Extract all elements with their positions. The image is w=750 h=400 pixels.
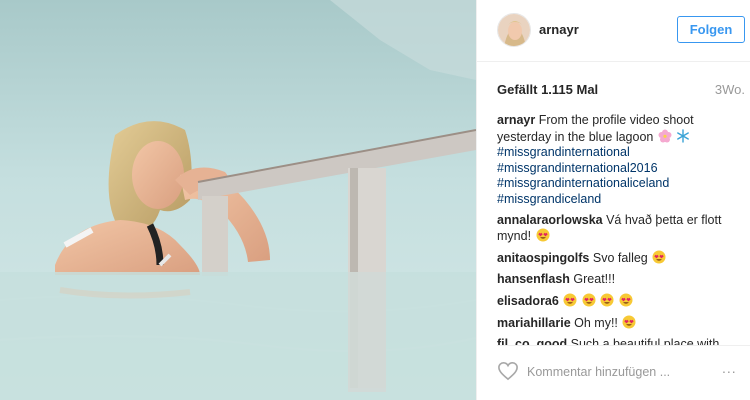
comment-text: Svo falleg [592,251,648,265]
post-footer: ... [477,352,750,392]
heart-icon[interactable] [497,361,519,381]
comment-input[interactable] [527,362,707,382]
heart-eyes-emoji [582,293,596,307]
comment-text: Great!!! [573,272,616,286]
hashtag-link[interactable]: #missgrandinternational2016 [497,161,747,177]
lagoon-photo-image [0,0,476,400]
hashtag-link[interactable]: #missgrandinternationaliceland [497,176,747,192]
comment-item: hansenflash Great!!! [497,272,747,288]
snowflake-icon [677,128,690,143]
comment-item: fil_co_good Such a beautiful place with [497,337,747,345]
hashtag-link[interactable]: #missgrandinternational [497,145,747,161]
follow-button[interactable]: Folgen [677,16,745,43]
comments-list[interactable]: arnayr From the profile video shoot yest… [497,113,747,345]
post-panel: arnayr Folgen Gefällt 1.115 Mal 3Wo. arn… [476,0,750,400]
comment-username[interactable]: annalaraorlowska [497,213,603,227]
username-link[interactable]: arnayr [539,22,579,37]
comment-text: Such a beautiful place with [570,337,720,345]
likes-count[interactable]: Gefällt 1.115 Mal [497,82,598,97]
comment-text: Oh my!! [574,316,618,330]
comment-username[interactable]: anitaospingolfs [497,251,589,265]
footer-divider [497,345,750,346]
avatar[interactable] [497,13,531,47]
caption: arnayr From the profile video shoot yest… [497,113,747,207]
avatar-image [498,14,530,46]
post-photo[interactable] [0,0,476,400]
post-header: arnayr Folgen [477,0,750,62]
comment-username[interactable]: elisadora6 [497,294,559,308]
heart-eyes-emoji [652,250,666,264]
heart-eyes-emoji [622,315,636,329]
heart-eyes-emoji [600,293,614,307]
hashtag-link[interactable]: #missgrandiceland [497,192,747,208]
heart-eyes-emoji [563,293,577,307]
blossom-icon [658,129,672,142]
comment-username[interactable]: fil_co_good [497,337,567,345]
comment-item: elisadora6 [497,293,747,310]
post-age[interactable]: 3Wo. [715,82,745,97]
comment-item: anitaospingolfs Svo falleg [497,250,747,267]
more-options-icon[interactable]: ... [722,360,737,376]
comment-username[interactable]: hansenflash [497,272,570,286]
heart-eyes-emoji [619,293,633,307]
post-stats: Gefällt 1.115 Mal 3Wo. [497,82,745,98]
caption-username[interactable]: arnayr [497,113,535,127]
heart-eyes-emoji [536,228,550,242]
comment-item: annalaraorlowska Vá hvað þetta er flott … [497,213,747,245]
comment-username[interactable]: mariahillarie [497,316,571,330]
comment-item: mariahillarie Oh my!! [497,315,747,332]
